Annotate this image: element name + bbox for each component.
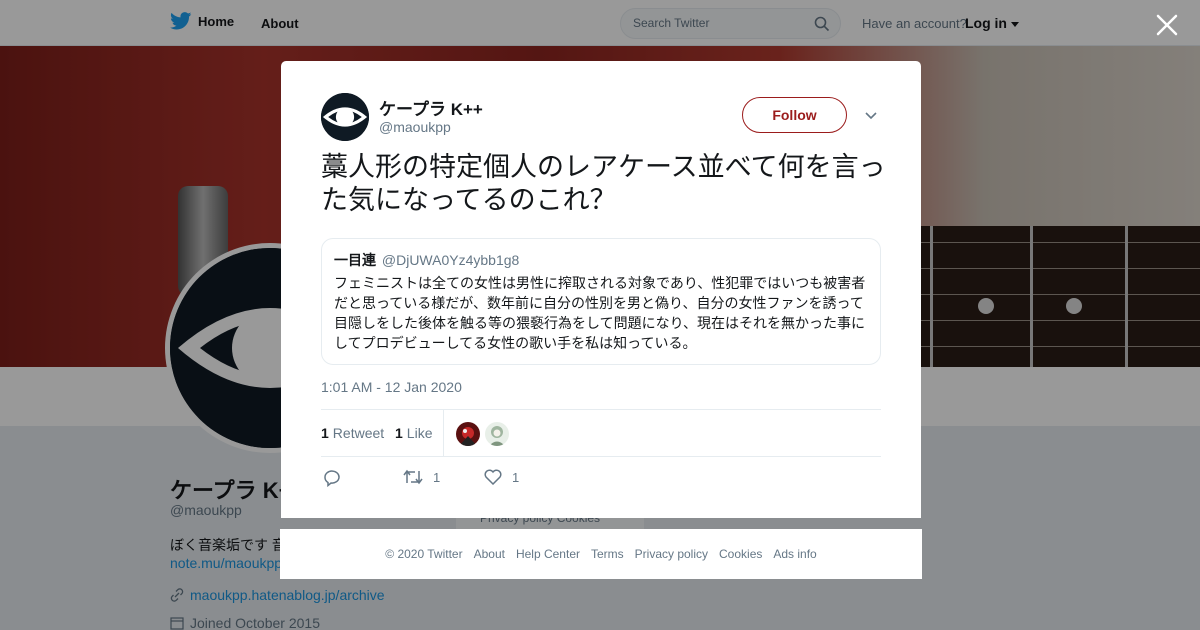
retweet-action-count: 1 (433, 469, 441, 485)
footer-link-about[interactable]: About (474, 547, 505, 561)
tweet-actions: 1 1 (321, 465, 881, 495)
retweet-icon (403, 469, 423, 485)
follow-button[interactable]: Follow (742, 97, 847, 133)
footer-link-help-center[interactable]: Help Center (516, 547, 580, 561)
footer-link-ads-info[interactable]: Ads info (773, 547, 816, 561)
quoted-tweet-text: フェミニストは全ての女性は男性に搾取される対象であり、性犯罪ではいつも被害者だと… (334, 275, 866, 351)
tweet-author-avatar[interactable] (321, 93, 369, 141)
tweet-author-handle[interactable]: @maoukpp (379, 119, 451, 135)
stats-divider (443, 410, 444, 457)
quoted-tweet[interactable]: 一目連 @DjUWA0Yz4ybb1g8 フェミニストは全ての女性は男性に搾取さ… (321, 238, 881, 365)
tweet-modal: ケープラ K++ @maoukpp Follow 藁人形の特定個人のレアケース並… (281, 61, 921, 518)
footer-link-cookies[interactable]: Cookies (719, 547, 762, 561)
liker-avatar[interactable] (456, 422, 480, 446)
liker-avatar[interactable] (485, 422, 509, 446)
tweet-timestamp[interactable]: 1:01 AM - 12 Jan 2020 (321, 379, 462, 395)
heart-icon (484, 469, 502, 485)
footer-link-privacy[interactable]: Privacy policy (635, 547, 708, 561)
retweet-button[interactable]: 1 (403, 469, 440, 485)
tweet-stats: 1 Retweet 1 Like (321, 409, 881, 457)
quoted-tweet-author-name: 一目連 (334, 252, 376, 268)
reply-icon (324, 470, 340, 487)
reply-button[interactable] (323, 469, 341, 487)
tweet-author-name[interactable]: ケープラ K++ (379, 95, 483, 120)
quoted-tweet-author-handle: @DjUWA0Yz4ybb1g8 (381, 252, 520, 268)
eye-logo-icon (321, 93, 369, 141)
quoted-tweet-header: 一目連 @DjUWA0Yz4ybb1g8 (334, 251, 868, 269)
footer-copyright: © 2020 Twitter (385, 547, 463, 561)
footer-link-terms[interactable]: Terms (591, 547, 624, 561)
like-count: 1 (395, 425, 403, 441)
tweet-text: 藁人形の特定個人のレアケース並べて何を言った気になってるのこれ？ (321, 152, 886, 215)
chevron-down-icon[interactable] (863, 107, 879, 123)
retweet-count: 1 (321, 425, 329, 441)
modal-footer: © 2020 Twitter About Help Center Terms P… (280, 529, 922, 579)
like-stat[interactable]: 1 Like (395, 425, 432, 441)
retweet-stat-label: Retweet (332, 425, 385, 441)
like-button[interactable]: 1 (484, 469, 519, 485)
like-stat-label: Like (406, 425, 433, 441)
like-action-count: 1 (512, 469, 520, 485)
close-icon[interactable] (1154, 12, 1180, 38)
retweet-stat[interactable]: 1 Retweet (321, 425, 384, 441)
